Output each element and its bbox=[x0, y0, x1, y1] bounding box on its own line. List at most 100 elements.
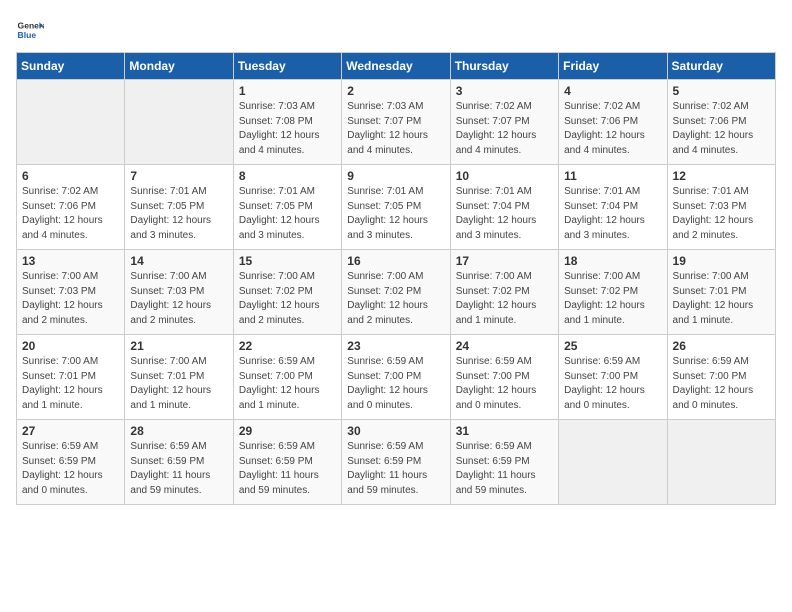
day-info: Sunrise: 7:02 AM Sunset: 7:07 PM Dayligh… bbox=[456, 100, 553, 158]
day-number: 17 bbox=[456, 254, 553, 268]
day-cell: 11Sunrise: 7:01 AM Sunset: 7:04 PM Dayli… bbox=[559, 165, 667, 250]
svg-text:Blue: Blue bbox=[18, 30, 37, 40]
day-cell bbox=[125, 80, 233, 165]
day-number: 31 bbox=[456, 424, 553, 438]
day-number: 8 bbox=[239, 169, 336, 183]
day-info: Sunrise: 6:59 AM Sunset: 6:59 PM Dayligh… bbox=[347, 440, 444, 498]
day-cell: 17 Sunrise: 7:00 AM Sunset: 7:02 PM Dayli… bbox=[450, 250, 558, 335]
day-cell: 26 Sunrise: 6:59 AM Sunset: 7:00 PM Dayli… bbox=[667, 335, 775, 420]
day-cell: 8 Sunrise: 7:01 AM Sunset: 7:05 PM Daylig… bbox=[233, 165, 341, 250]
column-header-sunday: Sunday bbox=[17, 53, 125, 80]
day-info: Sunrise: 6:59 AM Sunset: 6:59 PM Dayligh… bbox=[239, 440, 336, 498]
day-cell: 5 Sunrise: 7:02 AM Sunset: 7:06 PM Daylig… bbox=[667, 80, 775, 165]
header-row: SundayMondayTuesdayWednesdayThursdayFrid… bbox=[17, 53, 776, 80]
day-number: 13 bbox=[22, 254, 119, 268]
day-cell: 12 Sunrise: 7:01 AM Sunset: 7:03 PM Dayli… bbox=[667, 165, 775, 250]
day-info: Sunrise: 6:59 AM Sunset: 7:00 PM Dayligh… bbox=[456, 355, 553, 413]
day-number: 29 bbox=[239, 424, 336, 438]
day-cell: 6 Sunrise: 7:02 AM Sunset: 7:06 PM Daylig… bbox=[17, 165, 125, 250]
day-cell bbox=[559, 420, 667, 505]
day-info: Sunrise: 7:00 AM Sunset: 7:01 PM Dayligh… bbox=[130, 355, 227, 413]
day-number: 28 bbox=[130, 424, 227, 438]
day-number: 9 bbox=[347, 169, 444, 183]
day-info: Sunrise: 7:00 AM Sunset: 7:01 PM Dayligh… bbox=[673, 270, 770, 328]
logo-icon: General Blue bbox=[16, 16, 44, 44]
calendar-table: SundayMondayTuesdayWednesdayThursdayFrid… bbox=[16, 52, 776, 505]
day-cell: 3 Sunrise: 7:02 AM Sunset: 7:07 PM Daylig… bbox=[450, 80, 558, 165]
day-info: Sunrise: 7:00 AM Sunset: 7:03 PM Dayligh… bbox=[22, 270, 119, 328]
day-info: Sunrise: 7:00 AM Sunset: 7:02 PM Dayligh… bbox=[347, 270, 444, 328]
day-cell: 30 Sunrise: 6:59 AM Sunset: 6:59 PM Dayli… bbox=[342, 420, 450, 505]
day-cell: 20 Sunrise: 7:00 AM Sunset: 7:01 PM Dayli… bbox=[17, 335, 125, 420]
day-number: 24 bbox=[456, 339, 553, 353]
week-row-1: 1Sunrise: 7:03 AM Sunset: 7:08 PM Daylig… bbox=[17, 80, 776, 165]
column-header-monday: Monday bbox=[125, 53, 233, 80]
day-info: Sunrise: 6:59 AM Sunset: 6:59 PM Dayligh… bbox=[456, 440, 553, 498]
day-cell: 10Sunrise: 7:01 AM Sunset: 7:04 PM Dayli… bbox=[450, 165, 558, 250]
day-cell: 13 Sunrise: 7:00 AM Sunset: 7:03 PM Dayli… bbox=[17, 250, 125, 335]
day-number: 16 bbox=[347, 254, 444, 268]
day-number: 4 bbox=[564, 84, 661, 98]
day-info: Sunrise: 7:00 AM Sunset: 7:01 PM Dayligh… bbox=[22, 355, 119, 413]
day-cell: 18 Sunrise: 7:00 AM Sunset: 7:02 PM Dayli… bbox=[559, 250, 667, 335]
day-info: Sunrise: 7:02 AM Sunset: 7:06 PM Dayligh… bbox=[673, 100, 770, 158]
day-cell: 27 Sunrise: 6:59 AM Sunset: 6:59 PM Dayli… bbox=[17, 420, 125, 505]
day-cell: 31 Sunrise: 6:59 AM Sunset: 6:59 PM Dayli… bbox=[450, 420, 558, 505]
day-number: 6 bbox=[22, 169, 119, 183]
day-cell: 23 Sunrise: 6:59 AM Sunset: 7:00 PM Dayli… bbox=[342, 335, 450, 420]
day-number: 3 bbox=[456, 84, 553, 98]
day-info: Sunrise: 6:59 AM Sunset: 7:00 PM Dayligh… bbox=[673, 355, 770, 413]
day-info: Sunrise: 6:59 AM Sunset: 6:59 PM Dayligh… bbox=[130, 440, 227, 498]
day-number: 10 bbox=[456, 169, 553, 183]
day-number: 23 bbox=[347, 339, 444, 353]
day-info: Sunrise: 7:00 AM Sunset: 7:02 PM Dayligh… bbox=[456, 270, 553, 328]
day-info: Sunrise: 7:02 AM Sunset: 7:06 PM Dayligh… bbox=[564, 100, 661, 158]
day-number: 14 bbox=[130, 254, 227, 268]
day-info: Sunrise: 7:01 AM Sunset: 7:03 PM Dayligh… bbox=[673, 185, 770, 243]
day-number: 19 bbox=[673, 254, 770, 268]
day-cell: 7Sunrise: 7:01 AM Sunset: 7:05 PM Daylig… bbox=[125, 165, 233, 250]
day-number: 27 bbox=[22, 424, 119, 438]
column-header-thursday: Thursday bbox=[450, 53, 558, 80]
day-number: 30 bbox=[347, 424, 444, 438]
day-number: 26 bbox=[673, 339, 770, 353]
day-cell: 28 Sunrise: 6:59 AM Sunset: 6:59 PM Dayli… bbox=[125, 420, 233, 505]
day-cell: 22Sunrise: 6:59 AM Sunset: 7:00 PM Dayli… bbox=[233, 335, 341, 420]
day-info: Sunrise: 7:02 AM Sunset: 7:06 PM Dayligh… bbox=[22, 185, 119, 243]
day-info: Sunrise: 6:59 AM Sunset: 7:00 PM Dayligh… bbox=[564, 355, 661, 413]
week-row-3: 13 Sunrise: 7:00 AM Sunset: 7:03 PM Dayli… bbox=[17, 250, 776, 335]
day-info: Sunrise: 7:00 AM Sunset: 7:02 PM Dayligh… bbox=[239, 270, 336, 328]
page-header: General Blue bbox=[16, 16, 776, 44]
day-number: 18 bbox=[564, 254, 661, 268]
day-cell: 16 Sunrise: 7:00 AM Sunset: 7:02 PM Dayli… bbox=[342, 250, 450, 335]
day-info: Sunrise: 6:59 AM Sunset: 7:00 PM Dayligh… bbox=[239, 355, 336, 413]
day-cell: 1Sunrise: 7:03 AM Sunset: 7:08 PM Daylig… bbox=[233, 80, 341, 165]
day-info: Sunrise: 7:00 AM Sunset: 7:02 PM Dayligh… bbox=[564, 270, 661, 328]
day-info: Sunrise: 7:03 AM Sunset: 7:07 PM Dayligh… bbox=[347, 100, 444, 158]
day-cell: 29 Sunrise: 6:59 AM Sunset: 6:59 PM Dayli… bbox=[233, 420, 341, 505]
day-cell bbox=[667, 420, 775, 505]
week-row-5: 27 Sunrise: 6:59 AM Sunset: 6:59 PM Dayli… bbox=[17, 420, 776, 505]
day-cell: 9 Sunrise: 7:01 AM Sunset: 7:05 PM Daylig… bbox=[342, 165, 450, 250]
week-row-4: 20 Sunrise: 7:00 AM Sunset: 7:01 PM Dayli… bbox=[17, 335, 776, 420]
day-info: Sunrise: 7:01 AM Sunset: 7:05 PM Dayligh… bbox=[347, 185, 444, 243]
day-cell: 19 Sunrise: 7:00 AM Sunset: 7:01 PM Dayli… bbox=[667, 250, 775, 335]
day-number: 20 bbox=[22, 339, 119, 353]
day-number: 12 bbox=[673, 169, 770, 183]
day-number: 5 bbox=[673, 84, 770, 98]
logo: General Blue bbox=[16, 16, 48, 44]
day-info: Sunrise: 6:59 AM Sunset: 7:00 PM Dayligh… bbox=[347, 355, 444, 413]
column-header-friday: Friday bbox=[559, 53, 667, 80]
day-info: Sunrise: 6:59 AM Sunset: 6:59 PM Dayligh… bbox=[22, 440, 119, 498]
day-info: Sunrise: 7:01 AM Sunset: 7:05 PM Dayligh… bbox=[239, 185, 336, 243]
day-cell: 4 Sunrise: 7:02 AM Sunset: 7:06 PM Daylig… bbox=[559, 80, 667, 165]
day-info: Sunrise: 7:01 AM Sunset: 7:04 PM Dayligh… bbox=[564, 185, 661, 243]
day-cell: 15 Sunrise: 7:00 AM Sunset: 7:02 PM Dayli… bbox=[233, 250, 341, 335]
day-cell: 2Sunrise: 7:03 AM Sunset: 7:07 PM Daylig… bbox=[342, 80, 450, 165]
column-header-saturday: Saturday bbox=[667, 53, 775, 80]
day-cell: 14Sunrise: 7:00 AM Sunset: 7:03 PM Dayli… bbox=[125, 250, 233, 335]
day-info: Sunrise: 7:01 AM Sunset: 7:05 PM Dayligh… bbox=[130, 185, 227, 243]
day-number: 25 bbox=[564, 339, 661, 353]
day-number: 15 bbox=[239, 254, 336, 268]
column-header-wednesday: Wednesday bbox=[342, 53, 450, 80]
